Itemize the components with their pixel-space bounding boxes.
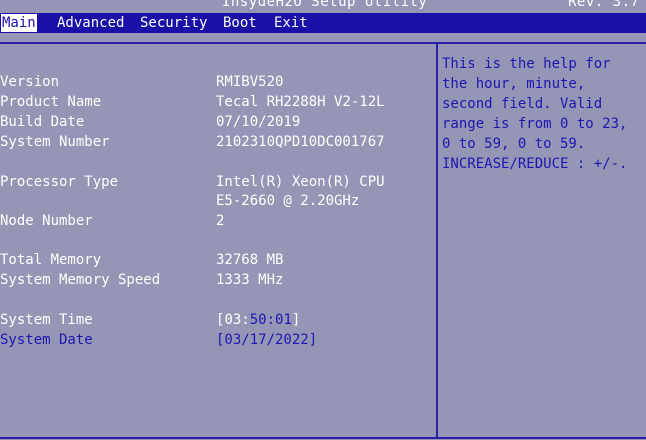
time-hour[interactable]: 03 bbox=[224, 312, 241, 328]
system-time-label[interactable]: System Time bbox=[0, 311, 93, 329]
node-number-value: 2 bbox=[216, 213, 225, 229]
system-number-label: System Number bbox=[0, 134, 110, 150]
bottom-divider bbox=[0, 437, 646, 439]
time-sep-2: : bbox=[266, 312, 276, 328]
help-line: the hour, minute, bbox=[442, 76, 586, 92]
system-date-field[interactable]: [03/17/2022] bbox=[216, 331, 317, 349]
build-date-label: Build Date bbox=[0, 114, 85, 130]
help-line: range is from 0 to 23, bbox=[442, 116, 628, 132]
processor-type-label: Processor Type bbox=[0, 174, 119, 190]
tab-exit[interactable]: Exit bbox=[274, 14, 308, 32]
menu-bar: Main Advanced Security Boot Exit bbox=[0, 13, 646, 33]
product-name-label: Product Name bbox=[0, 94, 102, 110]
node-number-label: Node Number bbox=[0, 213, 93, 229]
time-minute[interactable]: 50 bbox=[250, 312, 267, 328]
system-number-value: 2102310QPD10DC001767 bbox=[216, 134, 385, 150]
processor-type-value-line1: Intel(R) Xeon(R) CPU bbox=[216, 174, 385, 190]
build-date-value: 07/10/2019 bbox=[216, 114, 301, 130]
time-close-bracket: ] bbox=[291, 312, 301, 328]
help-panel: This is the help for the hour, minute, s… bbox=[442, 54, 642, 174]
help-line: INCREASE/REDUCE : +/-. bbox=[442, 156, 628, 172]
help-line: 0 to 59, 0 to 59. bbox=[442, 136, 586, 152]
setup-title: InsydeH2O Setup Utility bbox=[222, 0, 428, 10]
top-divider bbox=[0, 42, 646, 44]
help-line: second field. Valid bbox=[442, 96, 603, 112]
total-memory-value: 32768 MB bbox=[216, 252, 284, 268]
tab-main[interactable]: Main bbox=[1, 14, 37, 32]
processor-type-value-line2: E5-2660 @ 2.20GHz bbox=[216, 193, 360, 209]
system-time-field[interactable]: [03:50:01] bbox=[216, 311, 300, 329]
title-bar: InsydeH2O Setup Utility Rev. 3.7 bbox=[0, 0, 646, 13]
memory-speed-label: System Memory Speed bbox=[0, 272, 161, 288]
tab-boot[interactable]: Boot bbox=[223, 14, 257, 32]
help-line: This is the help for bbox=[442, 56, 611, 72]
version-label: Version bbox=[0, 74, 60, 90]
help-panel-divider bbox=[436, 44, 438, 438]
version-value: RMIBV520 bbox=[216, 74, 284, 90]
tab-security[interactable]: Security bbox=[140, 14, 207, 32]
system-date-label[interactable]: System Date bbox=[0, 331, 93, 349]
revision-label: Rev. 3.7 bbox=[568, 0, 640, 10]
tab-advanced[interactable]: Advanced bbox=[57, 14, 124, 32]
time-sep-1: : bbox=[241, 312, 250, 328]
product-name-value: Tecal RH2288H V2-12L bbox=[216, 94, 385, 110]
memory-speed-value: 1333 MHz bbox=[216, 272, 284, 288]
time-second[interactable]: 01 bbox=[275, 312, 292, 328]
total-memory-label: Total Memory bbox=[0, 252, 102, 268]
